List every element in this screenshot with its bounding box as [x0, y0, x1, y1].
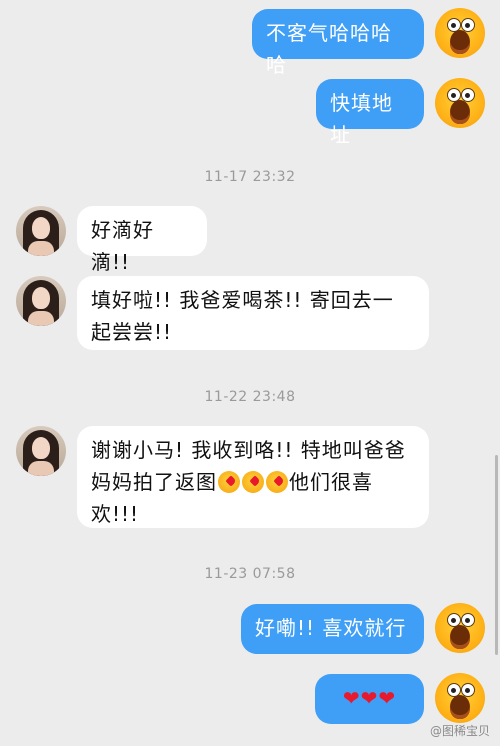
contact-avatar[interactable]: [16, 276, 66, 326]
message-line: 起尝尝!!: [91, 320, 173, 344]
contact-message-bubble[interactable]: 谢谢小马! 我收到咯!! 特地叫爸爸 妈妈拍了返图 他们很喜 欢!!!: [77, 426, 429, 528]
kissing-face-icon: [266, 471, 288, 493]
contact-avatar[interactable]: [16, 206, 66, 256]
message-timestamp: 11-23 07:58: [204, 566, 296, 582]
message-text: 妈妈拍了返图: [91, 470, 217, 494]
kissing-face-icon: [242, 471, 264, 493]
my-message-bubble[interactable]: 快填地址: [316, 79, 424, 147]
message-timestamp: 11-22 23:48: [204, 389, 296, 405]
message-line: 妈妈拍了返图 他们很喜: [91, 466, 415, 498]
contact-message-bubble[interactable]: 好滴好滴!!: [77, 206, 207, 274]
my-message-bubble[interactable]: ❤❤❤: [315, 674, 424, 724]
my-avatar[interactable]: [435, 603, 485, 653]
contact-avatar[interactable]: [16, 426, 66, 476]
watermark: @图稀宝贝: [429, 724, 490, 738]
my-message-bubble[interactable]: 不客气哈哈哈哈: [252, 9, 424, 77]
chat-conversation: 不客气哈哈哈哈 快填地址 11-17 23:32 好滴好滴!! 填好啦!! 我爸…: [0, 0, 500, 746]
my-avatar[interactable]: [435, 673, 485, 723]
contact-message-bubble[interactable]: 填好啦!! 我爸爱喝茶!! 寄回去一 起尝尝!!: [77, 276, 429, 350]
my-avatar[interactable]: [435, 78, 485, 128]
kissing-face-icon: [218, 471, 240, 493]
message-line: 填好啦!! 我爸爱喝茶!! 寄回去一: [91, 288, 394, 312]
scrollbar[interactable]: [495, 455, 498, 655]
message-line: 谢谢小马! 我收到咯!! 特地叫爸爸: [91, 438, 406, 462]
my-avatar[interactable]: [435, 8, 485, 58]
message-text: 他们很喜: [289, 470, 373, 494]
my-message-bubble[interactable]: 好嘞!! 喜欢就行: [241, 604, 424, 654]
message-timestamp: 11-17 23:32: [204, 169, 296, 185]
heart-icon: ❤❤❤: [342, 686, 397, 710]
message-line: 欢!!!: [91, 502, 140, 526]
